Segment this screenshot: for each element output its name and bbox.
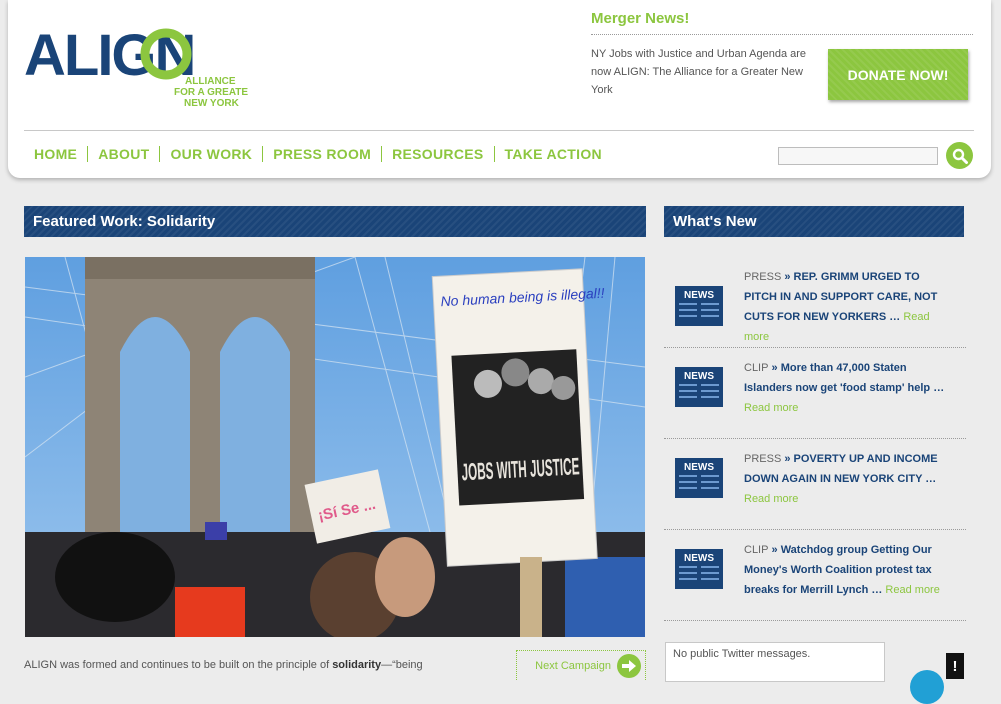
news-icon: NEWS	[675, 458, 723, 498]
align-logo[interactable]: ALIGN ALLIANCE FOR A GREATER NEW YORK	[24, 20, 248, 110]
arrow-right-icon	[617, 653, 641, 678]
read-more-link[interactable]: Read more	[744, 493, 798, 505]
news-icon: NEWS	[675, 286, 723, 326]
svg-text:NEWS: NEWS	[684, 371, 714, 382]
svg-text:NEWS: NEWS	[684, 462, 714, 473]
featured-work-heading: Featured Work: Solidarity	[24, 206, 646, 237]
logo-sub-2: FOR A GREATER	[174, 87, 248, 98]
logo-sub-3: NEW YORK	[184, 98, 240, 109]
intro-text-part: ALIGN was formed and continues to be bui…	[24, 659, 333, 671]
search-button[interactable]	[946, 142, 973, 169]
news-item[interactable]: NEWS CLIP » Watchdog group Getting Our M…	[664, 530, 966, 621]
intro-text-part: —“being	[381, 659, 423, 671]
read-more-link[interactable]: Read more	[885, 584, 939, 596]
news-text: PRESS » REP. GRIMM URGED TO PITCH IN AND…	[744, 271, 938, 343]
news-kind: PRESS	[744, 453, 782, 465]
featured-photo[interactable]: No human being is illegal!! JOBS WITH JU…	[25, 257, 645, 637]
twitter-feed: No public Twitter messages.	[665, 642, 885, 682]
news-item[interactable]: NEWS PRESS » POVERTY UP AND INCOME DOWN …	[664, 439, 966, 530]
whats-new-heading: What's New	[664, 206, 964, 237]
nav-about[interactable]: ABOUT	[88, 146, 159, 162]
news-icon: NEWS	[675, 367, 723, 407]
feedback-tab[interactable]: !	[946, 653, 964, 679]
nav-press-room[interactable]: PRESS ROOM	[263, 146, 381, 162]
search-input[interactable]	[778, 147, 938, 165]
nav-divider	[24, 130, 974, 131]
read-more-link[interactable]: Read more	[744, 402, 798, 414]
intro-text: ALIGN was formed and continues to be bui…	[24, 659, 484, 671]
nav-our-work[interactable]: OUR WORK	[160, 146, 262, 162]
chat-widget[interactable]	[910, 670, 944, 704]
news-text: PRESS » POVERTY UP AND INCOME DOWN AGAIN…	[744, 453, 938, 505]
logo-sub-1: ALLIANCE	[185, 76, 236, 87]
next-campaign-button[interactable]: Next Campaign	[516, 650, 646, 680]
nav-take-action[interactable]: TAKE ACTION	[495, 146, 612, 162]
donate-button[interactable]: DONATE NOW!	[828, 49, 968, 100]
merger-title: Merger News!	[591, 10, 973, 35]
news-item[interactable]: NEWS CLIP » More than 47,000 Staten Isla…	[664, 348, 966, 439]
nav-resources[interactable]: RESOURCES	[382, 146, 493, 162]
merger-text: NY Jobs with Justice and Urban Agenda ar…	[591, 48, 807, 96]
news-item[interactable]: NEWS PRESS » REP. GRIMM URGED TO PITCH I…	[664, 257, 966, 348]
main-nav: HOME ABOUT OUR WORK PRESS ROOM RESOURCES…	[24, 146, 612, 162]
next-campaign-label: Next Campaign	[535, 659, 611, 672]
news-headline[interactable]: More than 47,000 Staten Islanders now ge…	[744, 362, 944, 394]
news-kind: CLIP	[744, 362, 769, 374]
svg-text:NEWS: NEWS	[684, 553, 714, 564]
intro-text-bold: solidarity	[332, 659, 382, 671]
svg-text:NEWS: NEWS	[684, 290, 714, 301]
news-kind: CLIP	[744, 544, 769, 556]
nav-home[interactable]: HOME	[24, 146, 87, 162]
news-text: CLIP » More than 47,000 Staten Islanders…	[744, 362, 945, 414]
news-icon: NEWS	[675, 549, 723, 589]
search-icon	[952, 148, 968, 164]
news-text: CLIP » Watchdog group Getting Our Money'…	[744, 544, 940, 596]
news-kind: PRESS	[744, 271, 782, 283]
